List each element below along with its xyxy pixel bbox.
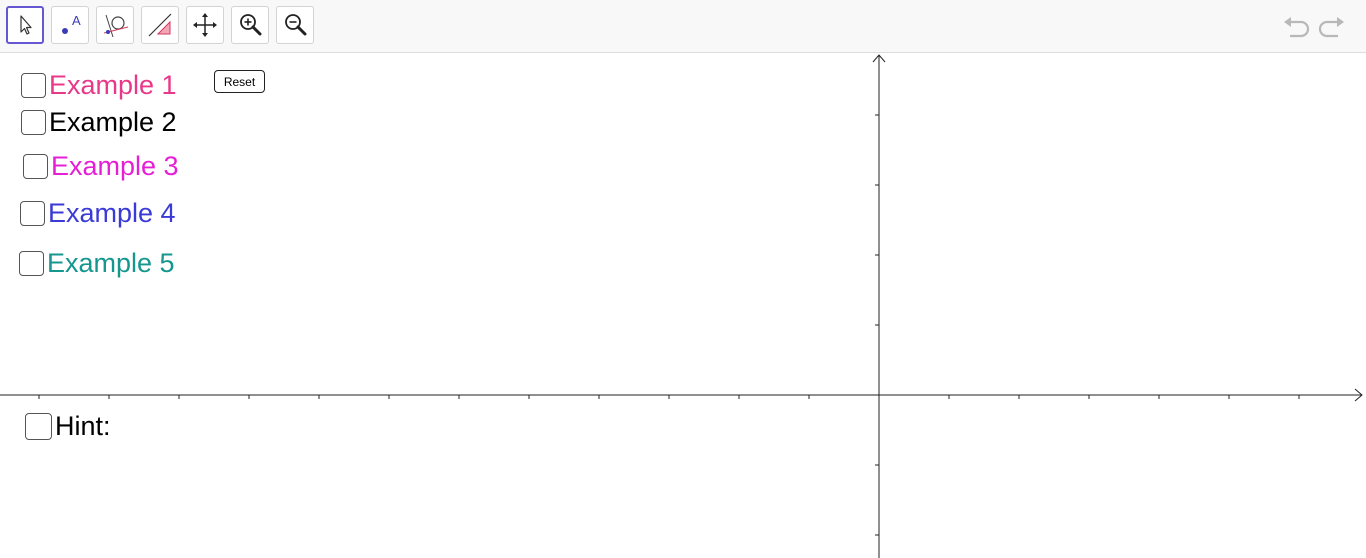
point-label-icon: A — [62, 13, 81, 34]
tangent-tool-button[interactable] — [96, 6, 134, 44]
example-1-row[interactable]: Example 1 — [21, 70, 177, 100]
graphics-view[interactable]: Example 1 Example 2 Example 3 Example 4 … — [0, 53, 1366, 558]
example-3-checkbox[interactable] — [23, 153, 48, 179]
example-5-checkbox[interactable] — [19, 250, 44, 276]
zoom-in-icon — [240, 14, 262, 36]
hint-row[interactable]: Hint: — [25, 411, 111, 441]
example-2-row[interactable]: Example 2 — [21, 107, 177, 137]
point-label-glyph: A — [72, 13, 81, 28]
point-tool-button[interactable]: A — [51, 6, 89, 44]
zoom-out-icon — [285, 14, 307, 36]
hint-label: Hint: — [55, 411, 111, 441]
zoom-out-tool-button[interactable] — [276, 6, 314, 44]
example-5-label: Example 5 — [47, 248, 175, 278]
zoom-in-tool-button[interactable] — [231, 6, 269, 44]
redo-icon[interactable] — [1318, 12, 1348, 42]
move-arrows-icon — [193, 13, 217, 37]
tangent-circle-icon — [103, 14, 129, 38]
example-2-label: Example 2 — [49, 107, 177, 137]
coordinate-axes — [0, 54, 1363, 558]
example-4-checkbox[interactable] — [20, 200, 45, 226]
example-3-label: Example 3 — [51, 151, 179, 181]
example-5-row[interactable]: Example 5 — [19, 248, 175, 278]
toolbar: A — [0, 0, 1366, 53]
example-2-checkbox[interactable] — [21, 109, 46, 135]
move-view-tool-button[interactable] — [186, 6, 224, 44]
slope-triangle-icon — [148, 13, 172, 37]
undo-icon[interactable] — [1280, 12, 1310, 42]
example-1-checkbox[interactable] — [21, 72, 46, 98]
example-4-label: Example 4 — [48, 198, 176, 228]
reset-button[interactable]: Reset — [214, 70, 265, 93]
slope-tool-button[interactable] — [141, 6, 179, 44]
cursor-arrow-icon — [20, 15, 32, 35]
example-4-row[interactable]: Example 4 — [20, 198, 176, 228]
example-1-label: Example 1 — [49, 70, 177, 100]
move-tool-button[interactable] — [6, 6, 44, 44]
example-3-row[interactable]: Example 3 — [23, 151, 179, 181]
hint-checkbox[interactable] — [25, 412, 52, 440]
